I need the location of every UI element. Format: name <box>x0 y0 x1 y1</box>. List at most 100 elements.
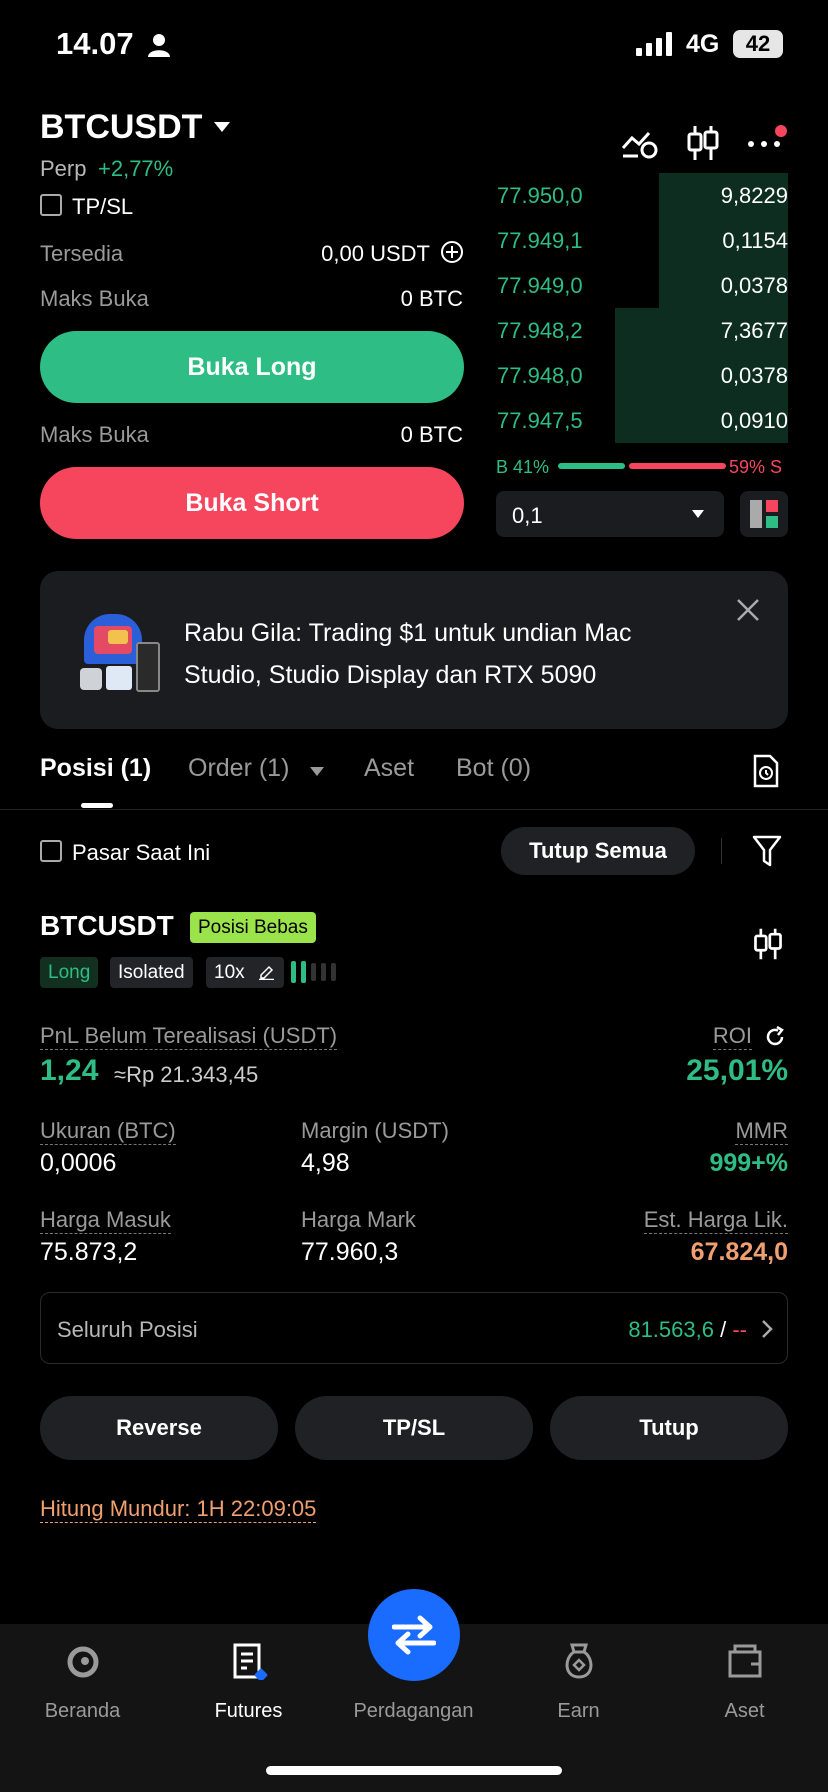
candlestick-icon[interactable] <box>686 124 720 162</box>
margin-label: Margin (USDT) <box>301 1118 449 1143</box>
leverage-tag[interactable]: 10x <box>206 957 284 988</box>
all-positions-value: 81.563,6 <box>628 1317 714 1342</box>
available-label: Tersedia <box>40 241 124 266</box>
edit-icon <box>259 965 274 980</box>
mark-price-label: Harga Mark <box>301 1207 416 1232</box>
price-change: +2,77% <box>98 156 174 181</box>
more-icon[interactable] <box>746 124 790 154</box>
orderbook-row[interactable]: 77.948,0 0,0378 <box>495 353 788 398</box>
nav-earn[interactable]: Earn <box>496 1700 661 1723</box>
close-position-button[interactable]: Tutup <box>550 1396 788 1460</box>
all-positions-label: Seluruh Posisi <box>57 1317 198 1342</box>
all-positions-row[interactable]: Seluruh Posisi 81.563,6 / -- <box>40 1292 788 1364</box>
funding-countdown[interactable]: Hitung Mundur: 1H 22:09:05 <box>40 1496 317 1523</box>
nav-home[interactable]: Beranda <box>0 1700 165 1723</box>
entry-price-label[interactable]: Harga Masuk <box>40 1207 171 1234</box>
contract-type: Perp <box>40 156 87 181</box>
orderbook-row[interactable]: 77.949,0 0,0378 <box>495 263 788 308</box>
orderbook-row[interactable]: 77.950,0 9,8229 <box>495 173 788 218</box>
tpsl-button[interactable]: TP/SL <box>295 1396 533 1460</box>
open-short-button[interactable]: Buka Short <box>40 467 464 539</box>
nav-trade[interactable]: Perdagangan <box>331 1700 496 1723</box>
all-positions-sep: / <box>720 1317 727 1342</box>
chevron-down-icon <box>692 510 704 518</box>
orderbook-price: 77.947,5 <box>497 408 583 433</box>
orderbook-qty: 0,0378 <box>720 273 788 298</box>
nav-assets[interactable]: Aset <box>662 1700 827 1723</box>
promo-image <box>78 608 164 694</box>
battery-icon: 42 <box>733 30 783 58</box>
tabs-divider <box>0 809 828 810</box>
history-icon[interactable] <box>752 754 780 788</box>
orderbook-qty: 7,3677 <box>720 318 788 343</box>
precision-value: 0,1 <box>512 503 543 528</box>
candlestick-icon[interactable] <box>752 927 784 961</box>
orderbook-layout-button[interactable] <box>740 491 788 537</box>
tab-active-indicator <box>81 803 113 808</box>
orderbook-qty: 0,1154 <box>722 228 788 253</box>
orderbook-price: 77.949,1 <box>497 228 583 253</box>
nav-futures[interactable]: Futures <box>166 1700 331 1723</box>
add-funds-icon[interactable] <box>440 240 464 264</box>
tpsl-checkbox[interactable] <box>40 194 62 216</box>
adl-indicator-icon <box>291 961 336 983</box>
size-label[interactable]: Ukuran (BTC) <box>40 1118 176 1145</box>
orderbook-qty: 0,0910 <box>720 408 788 433</box>
tab-assets[interactable]: Aset <box>364 754 414 783</box>
pair-title[interactable]: BTCUSDT <box>40 108 202 147</box>
orderbook-row[interactable]: 77.949,1 0,1154 <box>495 218 788 263</box>
chevron-down-icon[interactable] <box>213 121 231 133</box>
swap-icon <box>392 1615 436 1655</box>
available-value: 0,00 USDT <box>321 241 430 266</box>
orderbook-price: 77.949,0 <box>497 273 583 298</box>
precision-select[interactable]: 0,1 <box>496 491 724 537</box>
roi-label[interactable]: ROI <box>712 1023 752 1050</box>
person-icon <box>148 34 170 57</box>
orderbook-row[interactable]: 77.947,5 0,0910 <box>495 398 788 443</box>
tab-positions[interactable]: Posisi (1) <box>40 754 151 783</box>
max-open-short-value: 0 BTC <box>400 422 463 447</box>
mmr-value: 999+% <box>709 1149 788 1177</box>
open-long-button[interactable]: Buka Long <box>40 331 464 403</box>
chevron-down-icon[interactable] <box>310 767 324 776</box>
home-indicator <box>266 1766 562 1775</box>
liq-price-label[interactable]: Est. Harga Lik. <box>643 1207 788 1234</box>
size-value: 0,0006 <box>40 1149 117 1177</box>
close-all-button[interactable]: Tutup Semua <box>501 827 695 875</box>
orderbook-row[interactable]: 77.948,2 7,3677 <box>495 308 788 353</box>
refresh-icon[interactable] <box>764 1026 786 1048</box>
trade-button[interactable] <box>368 1589 460 1681</box>
earn-icon[interactable] <box>562 1642 596 1680</box>
all-positions-values: 81.563,6 / -- <box>628 1317 747 1343</box>
mark-price-value: 77.960,3 <box>301 1238 399 1266</box>
orderbook-price: 77.948,0 <box>497 363 583 388</box>
chevron-right-icon <box>762 1320 773 1338</box>
current-market-checkbox[interactable] <box>40 840 62 862</box>
chart-analysis-icon[interactable] <box>620 128 660 160</box>
liq-price-value: 67.824,0 <box>690 1238 788 1266</box>
close-icon[interactable] <box>736 598 760 622</box>
pnl-label[interactable]: PnL Belum Terealisasi (USDT) <box>40 1023 338 1050</box>
position-symbol[interactable]: BTCUSDT <box>40 910 174 942</box>
orderbook-price: 77.948,2 <box>497 318 583 343</box>
mmr-label[interactable]: MMR <box>735 1118 788 1145</box>
home-icon[interactable] <box>66 1645 100 1679</box>
orderbook-qty: 0,0378 <box>720 363 788 388</box>
current-market-label: Pasar Saat Ini <box>72 840 211 865</box>
margin-value: 4,98 <box>301 1149 350 1177</box>
futures-icon[interactable] <box>232 1642 268 1680</box>
promo-text: Rabu Gila: Trading $1 untuk undian Mac S… <box>184 619 632 689</box>
wallet-icon[interactable] <box>727 1644 763 1678</box>
orderbook-qty: 9,8229 <box>720 183 788 208</box>
tpsl-label: TP/SL <box>72 194 134 219</box>
tab-bots[interactable]: Bot (0) <box>456 754 531 783</box>
buy-ratio-label: B 41% <box>496 457 550 477</box>
entry-price-value: 75.873,2 <box>40 1238 138 1266</box>
max-open-long-value: 0 BTC <box>400 286 463 311</box>
leverage-value: 10x <box>214 962 245 983</box>
filter-icon[interactable] <box>752 835 782 867</box>
side-tag: Long <box>40 957 99 988</box>
reverse-button[interactable]: Reverse <box>40 1396 278 1460</box>
tab-orders[interactable]: Order (1) <box>188 754 289 783</box>
signal-icon <box>636 32 672 56</box>
